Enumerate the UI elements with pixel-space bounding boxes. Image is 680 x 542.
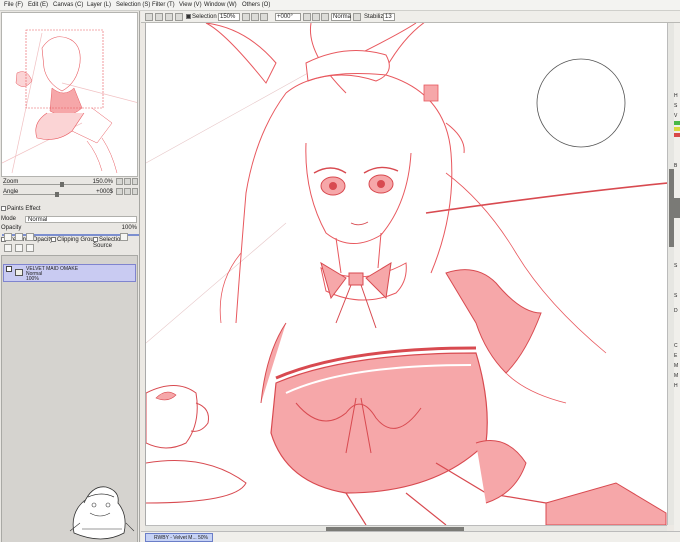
paints-effect-toggle-icon[interactable] — [1, 206, 6, 211]
zoom-slider-knob[interactable] — [60, 182, 65, 187]
menu-edit[interactable]: Edit (E) — [28, 2, 48, 8]
color-panel-letter: E — [674, 353, 678, 359]
color-panel-letter: D — [674, 308, 678, 314]
stabilizer-select[interactable]: 13 — [383, 13, 395, 21]
menu-others[interactable]: Others (O) — [242, 2, 270, 8]
rotate-ccw-button[interactable] — [303, 13, 311, 21]
menu-canvas[interactable]: Canvas (C) — [53, 2, 83, 8]
mascot-sketch-image — [69, 486, 135, 540]
opacity-row: Opacity 100% — [1, 225, 139, 236]
navigator-preview[interactable] — [1, 12, 138, 177]
menu-layer[interactable]: Layer (L) — [87, 2, 111, 8]
zoom-in-toolbar-button[interactable] — [251, 13, 259, 21]
merge-down-icon[interactable] — [15, 244, 23, 252]
angle-slider-knob[interactable] — [55, 192, 59, 197]
paints-effect-row[interactable]: Paints Effect — [1, 206, 138, 214]
canvas-tab-zoom: 50% — [198, 535, 209, 541]
zoom-in-button[interactable] — [124, 178, 131, 185]
zoom-out-button[interactable] — [116, 178, 123, 185]
blend-mode-toolbar-select[interactable]: Norma — [331, 13, 351, 21]
layer-item[interactable]: VELVET MAID OMAKE Normal 100% — [3, 264, 136, 282]
zoom-select[interactable]: 150% — [218, 13, 240, 21]
canvas-toolbar: Selection 150% +000° Norma Stabilizer 13 — [141, 11, 680, 23]
new-linework-layer-icon[interactable] — [15, 233, 23, 241]
selection-source-checkbox[interactable]: Selection Source — [93, 237, 138, 249]
delete-layer-icon[interactable] — [120, 233, 128, 241]
color-panel-letter: S — [674, 293, 678, 299]
mode-label: Mode — [1, 216, 17, 222]
artwork-sketch — [146, 23, 667, 525]
clear-layer-icon[interactable] — [26, 244, 34, 252]
deselect-button[interactable] — [145, 13, 153, 21]
left-panel: Zoom 150.0% Angle +000$ Paints Effect Mo… — [0, 11, 140, 542]
rotate-reset-button[interactable] — [132, 188, 138, 195]
layer-opacity: 100% — [26, 276, 39, 282]
hide-selection-button[interactable] — [165, 13, 173, 21]
color-panel-letter: C — [674, 343, 678, 349]
rotate-reset-toolbar-button[interactable] — [321, 13, 329, 21]
rotate-left-button[interactable] — [116, 188, 123, 195]
canvas-tab[interactable]: RWBY - Velvet M... 50% — [145, 533, 213, 542]
color-panel-letter: H — [674, 93, 678, 99]
blend-mode-select[interactable]: Normal — [25, 216, 137, 223]
zoom-slider[interactable] — [3, 184, 111, 185]
menu-file[interactable]: File (F) — [4, 2, 23, 8]
selection-checkbox[interactable]: Selection — [186, 14, 217, 20]
color-swatch[interactable] — [674, 133, 680, 137]
zoom-reset-toolbar-button[interactable] — [260, 13, 268, 21]
angle-row: Angle +000$ — [1, 188, 139, 197]
rotate-right-button[interactable] — [124, 188, 131, 195]
color-panel-edge: H S V B S S D C E M M H — [674, 23, 680, 531]
zoom-row: Zoom 150.0% — [1, 178, 139, 187]
color-panel-letter: H — [674, 383, 678, 389]
transfer-down-icon[interactable] — [4, 244, 12, 252]
zoom-reset-button[interactable] — [132, 178, 138, 185]
angle-select[interactable]: +000° — [275, 13, 301, 21]
vertical-scrollbar[interactable] — [667, 23, 674, 525]
color-swatch[interactable] — [674, 121, 680, 125]
color-panel-letter: V — [674, 113, 678, 119]
opacity-label: Opacity — [1, 225, 22, 231]
color-panel-letter: M — [674, 363, 679, 369]
invert-selection-button[interactable] — [155, 13, 163, 21]
mode-row: Mode Normal — [1, 216, 138, 224]
drawing-canvas[interactable] — [145, 23, 667, 525]
menu-filter[interactable]: Filter (T) — [152, 2, 175, 8]
color-panel-letter: M — [674, 373, 679, 379]
new-folder-icon[interactable] — [26, 233, 34, 241]
menu-view[interactable]: View (V) — [179, 2, 202, 8]
zoom-out-toolbar-button[interactable] — [242, 13, 250, 21]
navigator-thumbnail — [2, 13, 137, 176]
selection-outline-button[interactable] — [175, 13, 183, 21]
menu-bar: File (F) Edit (E) Canvas (C) Layer (L) S… — [0, 0, 680, 11]
color-swatch[interactable] — [674, 127, 680, 131]
flip-horizontal-button[interactable] — [353, 13, 361, 21]
color-panel-letter: S — [674, 103, 678, 109]
color-panel-letter: S — [674, 263, 678, 269]
new-layer-icon[interactable] — [4, 233, 12, 241]
visibility-eye-icon[interactable] — [6, 266, 12, 272]
clipping-group-checkbox[interactable]: Clipping Group — [51, 237, 97, 243]
opacity-value: 100% — [121, 225, 137, 231]
canvas-tab-label: RWBY - Velvet M... — [154, 535, 197, 541]
menu-selection[interactable]: Selection (S) — [116, 2, 150, 8]
color-panel-scroll[interactable] — [674, 198, 680, 218]
paints-effect-label: Paints Effect — [7, 206, 41, 213]
canvas-tab-bar: RWBY - Velvet M... 50% — [141, 531, 680, 542]
color-panel-letter: B — [674, 163, 678, 169]
folder-icon — [15, 269, 23, 276]
menu-window[interactable]: Window (W) — [204, 2, 237, 8]
rotate-cw-button[interactable] — [312, 13, 320, 21]
